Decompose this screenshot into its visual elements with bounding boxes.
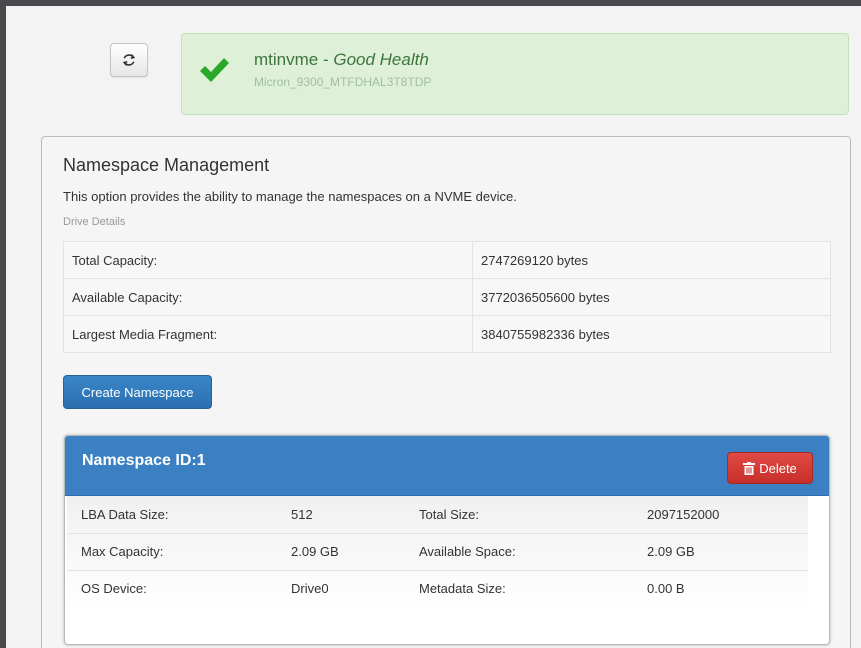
detail-value: 3772036505600 bytes [472, 278, 831, 316]
check-icon [200, 58, 229, 82]
table-row: Available Capacity: 3772036505600 bytes [63, 278, 831, 316]
ns-value: 2.09 GB [277, 533, 405, 571]
ns-label: LBA Data Size: [67, 496, 277, 534]
ns-label: Max Capacity: [67, 533, 277, 571]
delete-label: Delete [759, 460, 797, 476]
ns-value: 0.00 B [647, 581, 685, 597]
detail-value: 2747269120 bytes [472, 241, 831, 279]
ns-label: Available Space: [405, 533, 633, 571]
drive-details-label: Drive Details [63, 216, 126, 228]
ns-label: Total Size: [405, 496, 633, 534]
detail-value: 3840755982336 bytes [472, 315, 831, 353]
title-separator: - [318, 50, 334, 69]
namespace-title: Namespace ID:1 [82, 452, 206, 469]
panel-description: This option provides the ability to mana… [63, 189, 517, 204]
ns-label: Metadata Size: [419, 581, 506, 597]
namespace-card-header: Namespace ID:1 Delete [65, 436, 829, 496]
panel-title: Namespace Management [63, 155, 270, 175]
device-name: mtinvme [254, 50, 319, 69]
ns-value: 2.09 GB [633, 533, 808, 571]
detail-label: Available Capacity: [63, 278, 473, 316]
drive-details-table: Total Capacity: 2747269120 bytes Availab… [63, 241, 831, 353]
table-row: Largest Media Fragment: 3840755982336 by… [63, 315, 831, 353]
create-namespace-button[interactable]: Create Namespace [63, 375, 212, 409]
app-frame: mtinvme - Good Health Micron_9300_MTFDHA… [0, 0, 861, 648]
ns-value: 2097152000 [633, 496, 808, 534]
drive-health-title: mtinvme - Good Health [254, 50, 429, 70]
refresh-icon [122, 54, 136, 66]
table-row: Max Capacity: 2.09 GB Available Space: 2… [67, 533, 808, 571]
refresh-button[interactable] [110, 43, 148, 77]
trash-icon [743, 461, 756, 475]
table-row: OS Device: Drive0 Metadata Size: 0.00 B [67, 570, 808, 607]
delete-button[interactable]: Delete [727, 452, 813, 484]
table-row: Total Capacity: 2747269120 bytes [63, 241, 831, 279]
detail-label: Total Capacity: [63, 241, 473, 279]
ns-value: 512 [277, 496, 405, 534]
drive-model: Micron_9300_MTFDHAL3T8TDP [254, 75, 432, 89]
namespace-details-table: LBA Data Size: 512 Total Size: 209715200… [67, 496, 808, 607]
detail-label: Largest Media Fragment: [63, 315, 473, 353]
ns-label: OS Device: [81, 581, 147, 597]
drive-health-alert: mtinvme - Good Health Micron_9300_MTFDHA… [181, 33, 849, 115]
ns-value: Drive0 [291, 581, 329, 597]
namespace-management-panel: Namespace Management This option provide… [41, 136, 851, 648]
namespace-card: Namespace ID:1 Delete LBA Data Size: 512… [64, 435, 830, 645]
health-status: Good Health [333, 50, 429, 69]
table-row: LBA Data Size: 512 Total Size: 209715200… [67, 496, 808, 534]
